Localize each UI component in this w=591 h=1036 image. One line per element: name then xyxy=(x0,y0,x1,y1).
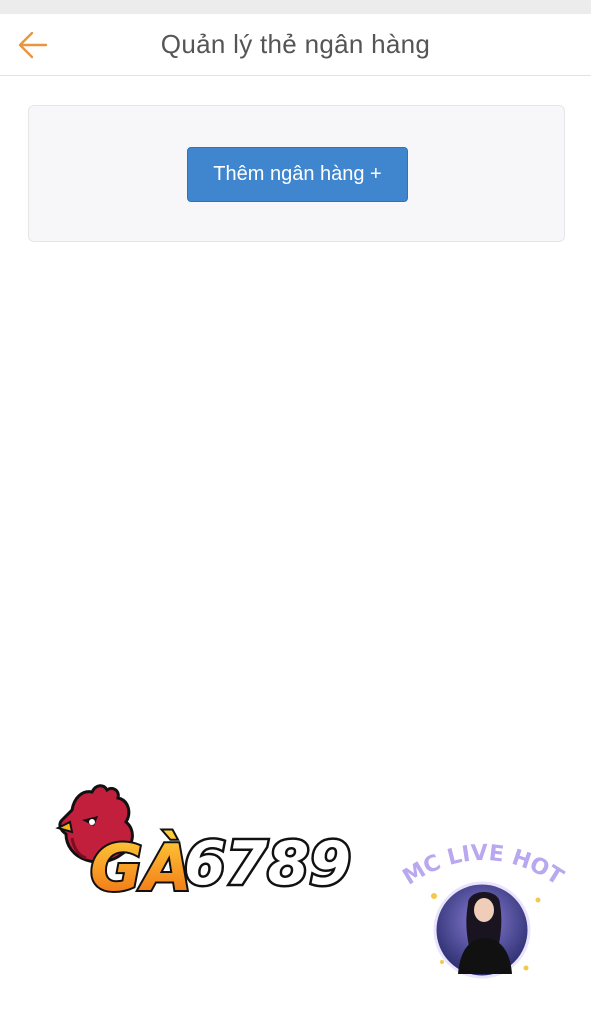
bank-card-panel: Thêm ngân hàng + xyxy=(28,105,565,242)
status-bar-strip xyxy=(0,0,591,14)
add-bank-button[interactable]: Thêm ngân hàng + xyxy=(187,147,408,202)
top-navigation-bar: Quản lý thẻ ngân hàng xyxy=(0,14,591,76)
svg-text:6789: 6789 xyxy=(184,829,351,899)
brand-logo: GÀ 6789 xyxy=(52,780,354,908)
svg-text:GÀ: GÀ xyxy=(90,830,192,905)
page-title: Quản lý thẻ ngân hàng xyxy=(160,29,431,59)
live-badge: MC LIVE HOT xyxy=(398,838,568,983)
